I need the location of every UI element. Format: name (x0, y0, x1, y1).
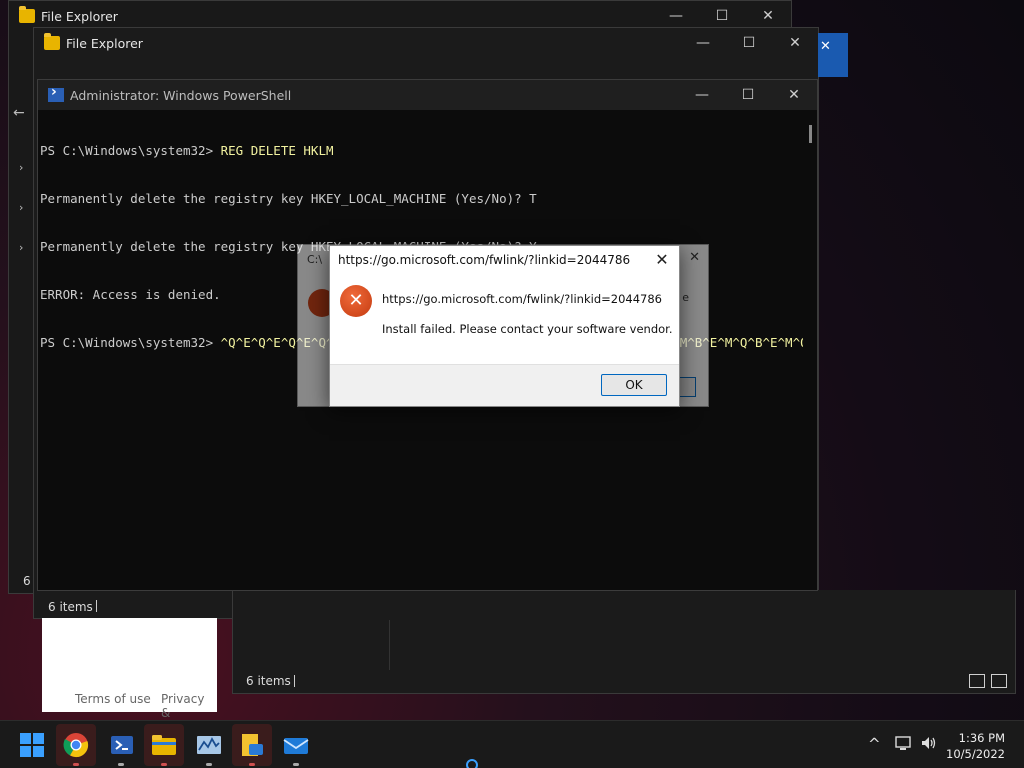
chevron-right-icon[interactable]: › (19, 241, 23, 254)
chevron-right-icon[interactable]: › (19, 161, 23, 174)
clock-time: 1:36 PM (958, 731, 1005, 745)
clock[interactable]: 1:36 PM 10/5/2022 (946, 730, 1005, 762)
dialog-text-fragment: e (682, 291, 689, 304)
minimize-button[interactable]: — (679, 87, 725, 103)
maximize-button[interactable]: ☐ (726, 35, 772, 51)
running-indicator (293, 763, 299, 766)
details-view-icon[interactable] (969, 674, 985, 688)
back-arrow-icon[interactable]: ← (13, 105, 25, 121)
error-dialog: https://go.microsoft.com/fwlink/?linkid=… (329, 245, 680, 407)
clock-date: 10/5/2022 (946, 747, 1005, 761)
taskbar: ^ 1:36 PM 10/5/2022 (0, 720, 1024, 768)
window-edge-highlight: ✕ (818, 33, 848, 77)
running-indicator (249, 763, 255, 766)
dialog-message: Install failed. Please contact your soft… (382, 322, 673, 336)
file-explorer-window-front: 6 items (232, 590, 1016, 694)
status-divider (294, 675, 295, 687)
window-title: Administrator: Windows PowerShell (70, 87, 292, 103)
status-item-count: 6 items (48, 600, 93, 614)
network-icon[interactable] (895, 735, 913, 755)
view-toggle (969, 674, 1007, 688)
column-divider (389, 620, 390, 670)
powershell-icon[interactable] (109, 732, 135, 758)
running-indicator (118, 763, 124, 766)
folder-icon (44, 33, 60, 50)
prompt: PS C:\Windows\system32> (40, 143, 221, 158)
running-indicator (73, 763, 79, 766)
scroll-thumb[interactable] (809, 125, 812, 143)
windows-start-icon[interactable] (20, 733, 44, 757)
dialog-title: https://go.microsoft.com/fwlink/?linkid=… (338, 253, 631, 267)
dialog-footer: OK (330, 364, 679, 406)
vertical-scrollbar[interactable] (803, 111, 817, 590)
caption-buttons: — ☐ ✕ (680, 28, 818, 58)
dialog-heading: https://go.microsoft.com/fwlink/?linkid=… (382, 292, 662, 306)
chevron-right-icon[interactable]: › (19, 201, 23, 214)
close-button[interactable]: ✕ (771, 87, 817, 103)
window-title: File Explorer (41, 8, 118, 24)
close-button[interactable]: ✕ (772, 35, 818, 51)
resource-monitor-icon[interactable] (196, 732, 222, 758)
status-item-count: 6 items (246, 674, 291, 688)
terms-link[interactable]: Terms of use (75, 692, 151, 706)
error-icon: ✕ (340, 285, 372, 317)
minimize-button[interactable]: — (653, 8, 699, 24)
window-title: File Explorer (66, 35, 143, 51)
mail-icon[interactable] (283, 732, 309, 758)
mouse-cursor-icon (466, 759, 478, 768)
volume-icon[interactable] (920, 735, 938, 755)
maximize-button[interactable]: ☐ (699, 8, 745, 24)
chrome-icon[interactable] (63, 732, 89, 758)
close-icon[interactable]: ✕ (820, 39, 831, 54)
close-button[interactable]: ✕ (745, 8, 791, 24)
console-line: Permanently delete the registry key HKEY… (40, 191, 537, 206)
tray-chevron-icon[interactable]: ^ (868, 735, 881, 753)
running-indicator (161, 763, 167, 766)
status-divider (96, 600, 97, 612)
dialog-title-fragment: C:\ (307, 253, 323, 266)
minimize-button[interactable]: — (680, 35, 726, 51)
privacy-panel: Terms of use Privacy & (42, 618, 217, 720)
close-icon[interactable]: ✕ (689, 250, 700, 265)
powershell-icon (48, 84, 64, 102)
console-line: PS C:\Windows\system32> REG DELETE HKLM (40, 143, 803, 159)
maximize-button[interactable]: ☐ (725, 87, 771, 103)
file-explorer-icon[interactable] (151, 732, 177, 758)
folder-icon (19, 6, 35, 23)
command: REG DELETE HKLM (220, 143, 334, 158)
tiles-view-icon[interactable] (991, 674, 1007, 688)
ok-button[interactable]: OK (601, 374, 667, 396)
caption-buttons: — ☐ ✕ (679, 80, 817, 110)
prompt: PS C:\Windows\system32> (40, 335, 221, 350)
file-explorer-2-icon[interactable] (239, 732, 265, 758)
privacy-link[interactable]: Privacy & (161, 692, 217, 720)
close-button[interactable]: ✕ (653, 250, 671, 269)
running-indicator (206, 763, 212, 766)
